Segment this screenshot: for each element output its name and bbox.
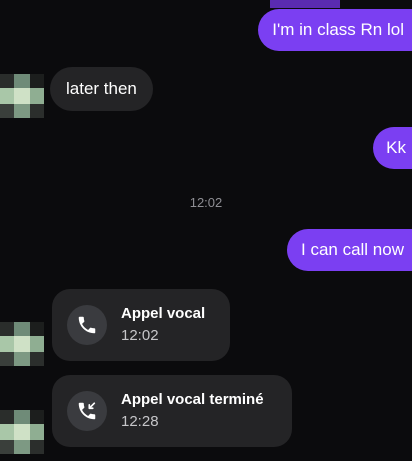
- phone-icon: [67, 305, 107, 345]
- phone-ended-icon: [67, 391, 107, 431]
- call-title: Appel vocal: [121, 305, 206, 322]
- call-card[interactable]: Appel vocal terminé 12:28: [52, 375, 292, 447]
- outgoing-message[interactable]: Kk: [373, 127, 412, 169]
- message-timestamp: 12:02: [189, 195, 223, 210]
- call-title: Appel vocal terminé: [121, 391, 264, 408]
- call-card[interactable]: Appel vocal 12:02: [52, 289, 230, 361]
- avatar[interactable]: [0, 410, 44, 454]
- message-thread: I'm in class Rn lol later then Kk 12:02 …: [0, 0, 412, 461]
- avatar[interactable]: [0, 322, 44, 366]
- call-time: 12:28: [121, 413, 159, 430]
- outgoing-message[interactable]: I can call now: [287, 229, 412, 271]
- call-time: 12:02: [121, 327, 159, 344]
- avatar[interactable]: [0, 74, 44, 118]
- media-preview-edge: [270, 0, 340, 8]
- outgoing-message[interactable]: I'm in class Rn lol: [258, 9, 412, 51]
- incoming-message[interactable]: later then: [50, 67, 153, 111]
